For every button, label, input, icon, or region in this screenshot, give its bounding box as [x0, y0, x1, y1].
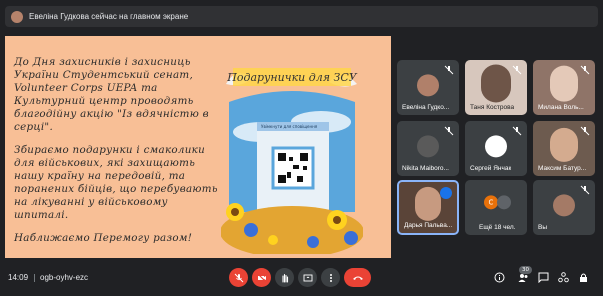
raise-hand-button[interactable] — [275, 268, 294, 287]
participant-tile[interactable]: Таня Кострова — [465, 60, 527, 115]
participant-tile-active[interactable]: Дарья Пальва... — [397, 180, 459, 235]
presenting-banner: Евеліна Гудкова сейчас на главном экране — [5, 6, 598, 27]
participant-name: Nikita Maiboro... — [402, 165, 449, 172]
presentation-slide: До Дня захисників і захисниць України Ст… — [5, 36, 391, 258]
camera-off-icon — [257, 273, 266, 282]
present-icon — [303, 274, 312, 281]
end-call-icon — [352, 276, 363, 280]
participant-avatar — [417, 73, 439, 96]
participant-tile[interactable]: Сергей Янчак — [465, 121, 527, 176]
participant-video — [550, 65, 578, 102]
more-options-button[interactable] — [321, 268, 340, 287]
participant-video — [481, 63, 511, 102]
participant-name: Таня Кострова — [470, 104, 515, 111]
info-icon — [494, 272, 505, 283]
mic-off-icon — [580, 65, 590, 75]
mic-off-icon — [512, 126, 522, 136]
self-avatar — [553, 193, 575, 216]
participant-tile[interactable]: Максим Батур... — [533, 121, 595, 176]
more-participants-tile[interactable]: С Ещё 18 чел. — [465, 180, 527, 235]
clock: 14:09 — [8, 273, 29, 282]
slide-text: До Дня захисників і захисниць України Ст… — [14, 56, 222, 255]
present-button[interactable] — [298, 268, 317, 287]
mic-off-icon — [512, 65, 522, 75]
speaking-indicator-icon — [440, 187, 452, 199]
phone-caption: Увімкнути для сповіщення — [261, 124, 318, 129]
participant-video — [550, 127, 578, 162]
participant-avatar: С — [484, 195, 498, 210]
participant-name: Евеліна Гудко... — [402, 104, 450, 111]
meeting-code: ogb-oyhv-ezc — [40, 273, 89, 282]
participant-avatar — [497, 195, 511, 210]
mic-off-icon — [580, 185, 590, 195]
camera-toggle-button[interactable] — [252, 268, 271, 287]
more-icon — [329, 273, 332, 282]
slide-paragraph-1: До Дня захисників і захисниць України Ст… — [14, 56, 209, 133]
participant-tile[interactable]: Милана Воль... — [533, 60, 595, 115]
participant-name: Милана Воль... — [538, 104, 584, 111]
separator: | — [33, 273, 36, 282]
host-controls-button[interactable] — [574, 268, 593, 287]
participant-name: Дарья Пальва... — [404, 222, 453, 229]
activities-button[interactable] — [554, 268, 573, 287]
self-tile[interactable]: Вы — [533, 180, 595, 235]
presenter-avatar — [11, 10, 23, 23]
participant-name: Сергей Янчак — [470, 165, 512, 172]
mic-off-icon — [580, 126, 590, 136]
meeting-info-button[interactable] — [490, 268, 509, 287]
participant-avatar — [485, 134, 507, 157]
slide-paragraph-3: Наближаємо Перемогу разом! — [14, 232, 193, 244]
more-participants-label: Ещё 18 чел. — [479, 224, 516, 231]
activities-icon — [558, 272, 569, 283]
slide-image: Подарунички для ЗСУ Увімкнути для сповіщ… — [221, 62, 363, 254]
people-icon — [518, 274, 528, 282]
participant-video — [415, 186, 441, 221]
self-name: Вы — [538, 224, 548, 231]
mic-off-icon — [444, 126, 454, 136]
banner-text: Евеліна Гудкова сейчас на главном экране — [29, 12, 189, 21]
lock-icon — [580, 273, 587, 282]
participant-avatar — [417, 134, 439, 157]
chat-icon — [538, 272, 549, 283]
mic-toggle-button[interactable] — [229, 268, 248, 287]
end-call-button[interactable] — [344, 268, 371, 287]
raise-hand-icon — [281, 273, 288, 283]
slide-paragraph-2: Збираємо подарунки і смаколики для війсь… — [14, 144, 218, 221]
mic-off-icon — [234, 273, 243, 282]
chat-button[interactable] — [534, 268, 553, 287]
image-title: Подарунички для ЗСУ — [226, 71, 358, 84]
mic-off-icon — [444, 65, 454, 75]
participant-tile[interactable]: Евеліна Гудко... — [397, 60, 459, 115]
participant-name: Максим Батур... — [538, 165, 587, 172]
people-button[interactable] — [514, 268, 533, 287]
participant-tile[interactable]: Nikita Maiboro... — [397, 121, 459, 176]
